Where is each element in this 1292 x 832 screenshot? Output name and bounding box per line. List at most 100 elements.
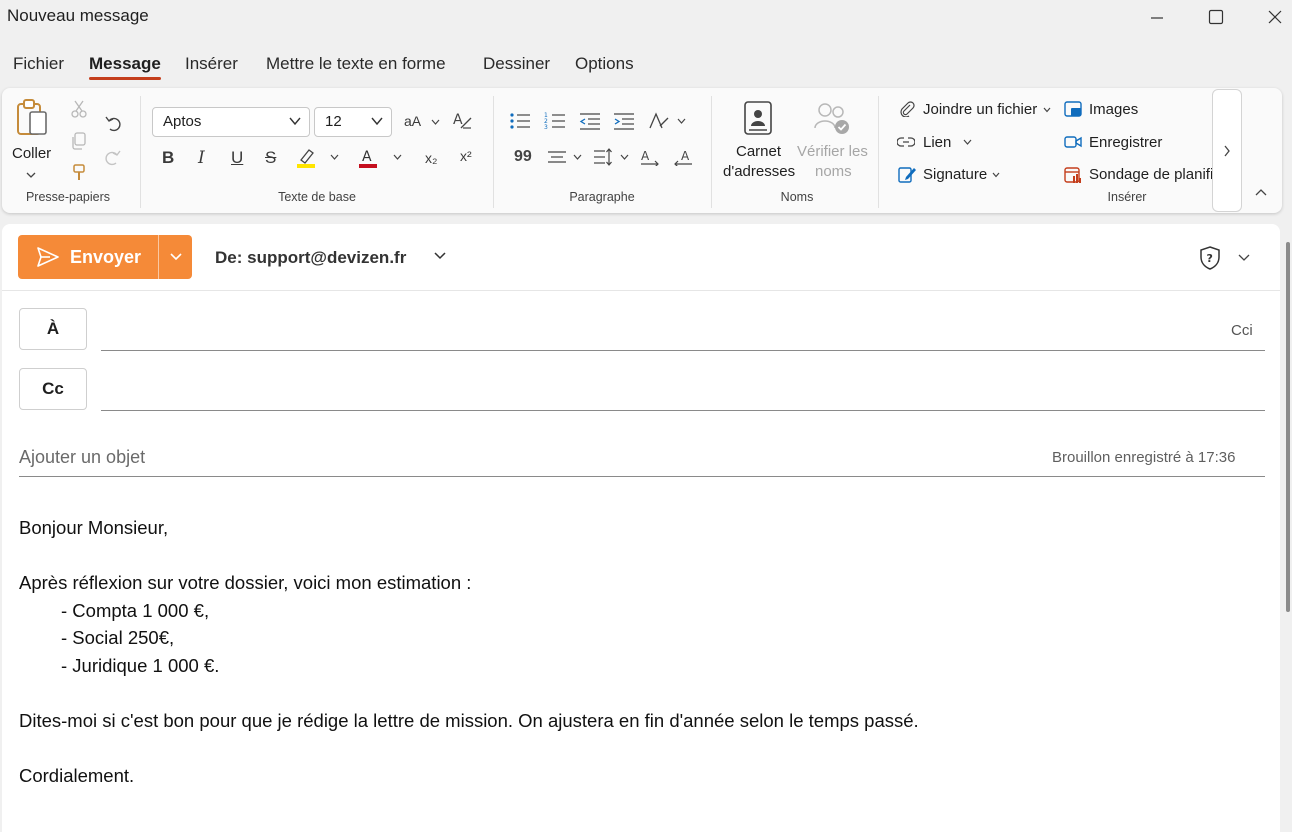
- format-painter-icon: [73, 164, 85, 180]
- record-icon-wrap[interactable]: [1063, 133, 1083, 151]
- align-chevron-down-icon[interactable]: [573, 154, 582, 161]
- undo-button[interactable]: [102, 112, 124, 134]
- increase-indent-button[interactable]: [612, 110, 636, 132]
- to-input[interactable]: [101, 350, 1265, 351]
- send-label: Envoyer: [70, 246, 142, 267]
- maximize-button[interactable]: [1193, 0, 1239, 34]
- italic-button[interactable]: I: [198, 148, 205, 168]
- highlight-button[interactable]: [294, 146, 318, 170]
- separator: [493, 96, 494, 208]
- redo-button[interactable]: [102, 146, 124, 168]
- tab-inserer[interactable]: Insérer: [185, 54, 238, 80]
- tab-dessiner[interactable]: Dessiner: [483, 54, 550, 80]
- vertical-scrollbar[interactable]: [1283, 232, 1292, 832]
- rtl-button[interactable]: A: [672, 146, 694, 168]
- attach-file-icon-wrap[interactable]: [898, 100, 916, 118]
- styles-button[interactable]: [647, 110, 671, 132]
- poll-button[interactable]: Sondage de planifi: [1089, 166, 1213, 183]
- attach-file-button[interactable]: Joindre un fichier: [923, 101, 1037, 118]
- bold-button[interactable]: B: [162, 148, 174, 168]
- paste-chevron-down-icon[interactable]: [26, 171, 36, 179]
- from-account-selector[interactable]: De: support@devizen.fr: [215, 248, 406, 268]
- link-button[interactable]: Lien: [923, 134, 951, 151]
- ribbon-overflow-button[interactable]: [1212, 89, 1242, 212]
- subscript-button[interactable]: x₂: [425, 150, 437, 166]
- link-chevron-down-icon[interactable]: [963, 139, 972, 146]
- superscript-button[interactable]: x²: [460, 148, 472, 164]
- font-size-select[interactable]: 12: [314, 107, 392, 137]
- maximize-icon: [1208, 9, 1224, 25]
- address-book-button[interactable]: [740, 98, 776, 138]
- paragraph-group-label: Paragraphe: [569, 190, 635, 204]
- tab-message[interactable]: Message: [89, 54, 161, 80]
- scrollbar-thumb[interactable]: [1286, 242, 1290, 612]
- copy-icon: [72, 132, 86, 150]
- cc-input[interactable]: [101, 410, 1265, 411]
- cc-button[interactable]: Cc: [19, 368, 87, 410]
- align-button[interactable]: [546, 146, 568, 168]
- underline-button[interactable]: U: [231, 148, 243, 168]
- address-book-label-line2[interactable]: d'adresses: [723, 163, 795, 180]
- cut-button[interactable]: [68, 98, 90, 120]
- decrease-indent-button[interactable]: [578, 110, 602, 132]
- tab-fichier[interactable]: Fichier: [13, 54, 64, 80]
- insert-group-label: Insérer: [1107, 190, 1147, 204]
- sensitivity-chevron-down-icon[interactable]: [1238, 254, 1250, 262]
- subject-input[interactable]: Ajouter un objet: [19, 447, 145, 468]
- paste-label[interactable]: Coller: [12, 145, 51, 162]
- copy-button[interactable]: [68, 130, 90, 152]
- highlighter-icon: [297, 149, 315, 168]
- format-painter-button[interactable]: [68, 162, 90, 184]
- clear-format-button[interactable]: A: [450, 108, 474, 132]
- numbering-button[interactable]: 123: [543, 110, 567, 132]
- images-icon-wrap[interactable]: [1063, 100, 1083, 118]
- line-spacing-chevron-down-icon[interactable]: [620, 154, 629, 161]
- ltr-button[interactable]: A: [639, 146, 661, 168]
- tab-options[interactable]: Options: [575, 54, 634, 80]
- bullets-button[interactable]: [508, 110, 532, 132]
- signature-button[interactable]: Signature: [923, 166, 987, 183]
- quote-button[interactable]: 99: [514, 148, 532, 166]
- address-book-label-line1[interactable]: Carnet: [736, 143, 781, 160]
- check-names-button[interactable]: [812, 98, 852, 138]
- font-grow-chevron-down-icon[interactable]: [431, 119, 440, 126]
- send-button[interactable]: Envoyer: [18, 235, 158, 279]
- scissors-icon: [71, 100, 87, 118]
- font-grow-button[interactable]: aA: [404, 113, 421, 129]
- images-button[interactable]: Images: [1089, 101, 1138, 118]
- svg-text:?: ?: [1207, 252, 1213, 265]
- signature-chevron-down-icon[interactable]: [992, 172, 1000, 178]
- line-spacing-button[interactable]: [592, 146, 614, 168]
- check-names-label-line1[interactable]: Vérifier les: [797, 143, 868, 160]
- message-body[interactable]: Bonjour Monsieur, Après réflexion sur vo…: [19, 514, 919, 790]
- attach-file-chevron-down-icon[interactable]: [1043, 107, 1051, 113]
- tab-mettre-en-forme[interactable]: Mettre le texte en forme: [266, 54, 446, 80]
- to-button[interactable]: À: [19, 308, 87, 350]
- signature-icon: [898, 167, 916, 183]
- align-icon: [548, 151, 566, 163]
- link-icon-wrap[interactable]: [896, 133, 916, 151]
- bcc-button[interactable]: Cci: [1231, 322, 1253, 339]
- svg-text:A: A: [681, 149, 690, 163]
- decrease-indent-icon: [579, 113, 600, 130]
- poll-icon-wrap[interactable]: [1063, 165, 1083, 185]
- highlight-chevron-down-icon[interactable]: [330, 154, 339, 161]
- signature-icon-wrap[interactable]: [898, 165, 916, 183]
- sensitivity-button[interactable]: ?: [1199, 246, 1221, 275]
- right-to-left-icon: A: [674, 149, 692, 166]
- minimize-button[interactable]: [1134, 0, 1180, 34]
- close-button[interactable]: [1252, 0, 1292, 34]
- body-greeting: Bonjour Monsieur,: [19, 517, 169, 538]
- styles-chevron-down-icon[interactable]: [677, 118, 686, 125]
- font-color-chevron-down-icon[interactable]: [393, 154, 402, 161]
- send-options-button[interactable]: [158, 235, 192, 279]
- from-chevron-down-icon[interactable]: [434, 252, 446, 260]
- strikethrough-button[interactable]: S: [265, 148, 276, 168]
- record-button[interactable]: Enregistrer: [1089, 134, 1162, 151]
- check-names-label-line2[interactable]: noms: [815, 163, 852, 180]
- paste-button[interactable]: [12, 96, 52, 140]
- separator: [878, 96, 879, 208]
- font-color-button[interactable]: A: [356, 146, 380, 170]
- font-name-select[interactable]: Aptos: [152, 107, 310, 137]
- collapse-ribbon-chevron-up-icon[interactable]: [1255, 189, 1267, 197]
